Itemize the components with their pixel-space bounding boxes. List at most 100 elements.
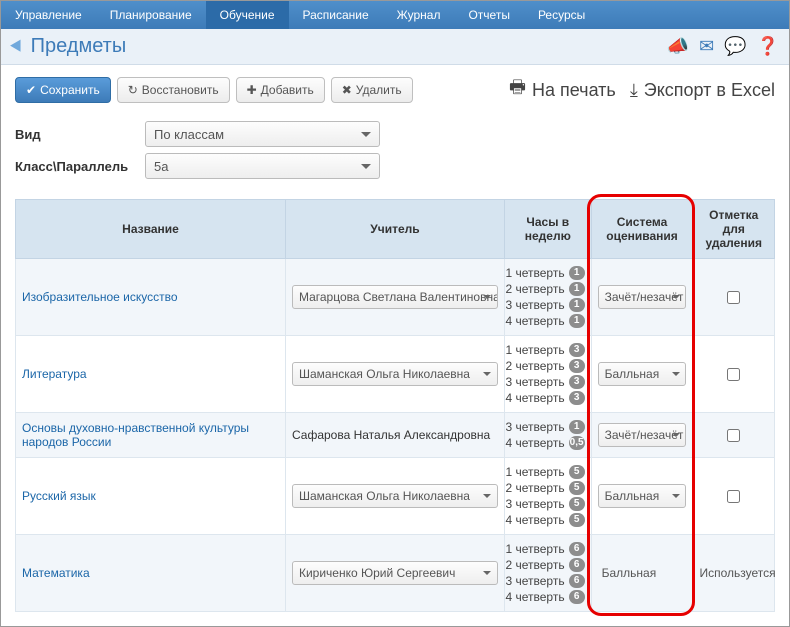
- hours-badge: 5: [569, 481, 585, 495]
- quarter-label: 2 четверть: [505, 358, 564, 374]
- hours-line: 1 четверть3: [511, 342, 585, 358]
- hours-line: 3 четверть1: [511, 419, 585, 435]
- hours-badge: 1: [569, 266, 585, 280]
- quarter-label: 2 четверть: [505, 281, 564, 297]
- restore-button[interactable]: ↻ Восстановить: [117, 77, 230, 103]
- title-bar: ⯇ Предметы 📣 ✉ 💬 ❓: [1, 29, 789, 65]
- teacher-select[interactable]: Шаманская Ольга Николаевна: [292, 362, 498, 386]
- filter-class-value: 5а: [154, 159, 168, 174]
- restore-button-label: Восстановить: [142, 83, 219, 97]
- hours-badge: 5: [569, 497, 585, 511]
- quarter-label: 1 четверть: [505, 541, 564, 557]
- filter-view-value: По классам: [154, 127, 224, 142]
- subject-link[interactable]: Русский язык: [22, 489, 96, 503]
- filter-view-select[interactable]: По классам: [145, 121, 380, 147]
- subject-link[interactable]: Изобразительное искусство: [22, 290, 178, 304]
- hours-badge: 6: [569, 590, 585, 604]
- hours-line: 3 четверть3: [511, 374, 585, 390]
- delete-checkbox[interactable]: [727, 368, 740, 381]
- hours-badge: 3: [569, 375, 585, 389]
- save-button-label: Сохранить: [40, 83, 100, 97]
- announce-icon[interactable]: 📣: [667, 36, 689, 57]
- hours-badge: 1: [569, 420, 585, 434]
- hours-line: 3 четверть6: [511, 573, 585, 589]
- hours-badge: 6: [569, 558, 585, 572]
- filter-view-row: Вид По классам: [15, 121, 775, 147]
- save-button[interactable]: ✔ Сохранить: [15, 77, 111, 103]
- hours-line: 2 четверть6: [511, 557, 585, 573]
- toolbar: ✔ Сохранить ↻ Восстановить ✚ Добавить ✖ …: [1, 65, 789, 111]
- nav-item[interactable]: Ресурсы: [524, 1, 599, 29]
- hours-badge: 0,5: [569, 436, 585, 450]
- quarter-label: 3 четверть: [505, 419, 564, 435]
- subject-link[interactable]: Литература: [22, 367, 87, 381]
- table-row: Основы духовно-нравственной культуры нар…: [16, 413, 775, 458]
- hours-badge: 6: [569, 574, 585, 588]
- chat-icon[interactable]: 💬: [724, 36, 746, 57]
- hours-line: 4 четверть1: [511, 313, 585, 329]
- delete-button[interactable]: ✖ Удалить: [331, 77, 413, 103]
- subject-link[interactable]: Математика: [22, 566, 90, 580]
- nav-item[interactable]: Планирование: [96, 1, 206, 29]
- hours-badge: 3: [569, 359, 585, 373]
- nav-item[interactable]: Журнал: [383, 1, 455, 29]
- filters: Вид По классам Класс\Параллель 5а: [1, 111, 789, 199]
- hours-line: 4 четверть5: [511, 512, 585, 528]
- grading-select[interactable]: Балльная: [598, 484, 687, 508]
- print-button[interactable]: 🖶 На печать: [509, 75, 616, 105]
- filter-view-label: Вид: [15, 127, 145, 142]
- quarter-label: 4 четверть: [505, 512, 564, 528]
- export-icon: ⤓: [630, 80, 638, 101]
- delete-used-text: Используется: [699, 566, 775, 580]
- table-row: Литература Шаманская Ольга Николаевна 1 че…: [16, 336, 775, 413]
- nav-item[interactable]: Управление: [1, 1, 96, 29]
- content-region: ✔ Сохранить ↻ Восстановить ✚ Добавить ✖ …: [1, 65, 789, 626]
- filter-class-select[interactable]: 5а: [145, 153, 380, 179]
- hours-badge: 1: [569, 282, 585, 296]
- subjects-table-wrap: Название Учитель Часы в неделю Система о…: [1, 199, 789, 626]
- quarter-label: 3 четверть: [505, 374, 564, 390]
- delete-checkbox[interactable]: [727, 490, 740, 503]
- add-button[interactable]: ✚ Добавить: [236, 77, 325, 103]
- delete-checkbox[interactable]: [727, 429, 740, 442]
- grading-select[interactable]: Зачёт/незачёт: [598, 423, 687, 447]
- quarter-label: 4 четверть: [505, 390, 564, 406]
- restore-icon: ↻: [128, 84, 138, 96]
- grading-select[interactable]: Балльная: [598, 362, 687, 386]
- col-hours-header: Часы в неделю: [505, 200, 592, 259]
- help-icon[interactable]: ❓: [757, 36, 779, 57]
- col-delete-header: Отметка для удаления: [693, 200, 775, 259]
- hours-badge: 5: [569, 465, 585, 479]
- save-icon: ✔: [26, 84, 36, 96]
- teacher-select[interactable]: Шаманская Ольга Николаевна: [292, 484, 498, 508]
- hours-badge: 3: [569, 343, 585, 357]
- subject-link[interactable]: Основы духовно-нравственной культуры нар…: [22, 421, 249, 449]
- back-arrow-icon[interactable]: ⯇: [7, 36, 25, 58]
- hours-line: 4 четверть6: [511, 589, 585, 605]
- hours-badge: 6: [569, 542, 585, 556]
- hours-line: 1 четверть5: [511, 464, 585, 480]
- teacher-select[interactable]: Магарцова Светлана Валентиновна: [292, 285, 498, 309]
- nav-item[interactable]: Отчеты: [454, 1, 523, 29]
- hours-badge: 3: [569, 391, 585, 405]
- quarter-label: 1 четверть: [505, 464, 564, 480]
- nav-item[interactable]: Обучение: [206, 1, 289, 29]
- hours-line: 2 четверть1: [511, 281, 585, 297]
- page-title: Предметы: [31, 35, 667, 58]
- hours-line: 4 четверть3: [511, 390, 585, 406]
- add-icon: ✚: [247, 84, 257, 96]
- grading-text: Балльная: [598, 566, 657, 580]
- quarter-label: 2 четверть: [505, 480, 564, 496]
- subjects-table: Название Учитель Часы в неделю Система о…: [15, 199, 775, 612]
- export-button[interactable]: ⤓ Экспорт в Excel: [630, 75, 775, 105]
- table-row: Русский язык Шаманская Ольга Николаевна 1 …: [16, 458, 775, 535]
- mail-icon[interactable]: ✉: [699, 36, 714, 57]
- teacher-select[interactable]: Кириченко Юрий Сергеевич: [292, 561, 498, 585]
- print-icon: 🖶: [509, 75, 526, 105]
- table-row: Изобразительное искусство Магарцова Светл…: [16, 259, 775, 336]
- grading-select[interactable]: Зачёт/незачёт: [598, 285, 687, 309]
- nav-item[interactable]: Расписание: [289, 1, 383, 29]
- col-teacher-header: Учитель: [285, 200, 504, 259]
- delete-checkbox[interactable]: [727, 291, 740, 304]
- quarter-label: 2 четверть: [505, 557, 564, 573]
